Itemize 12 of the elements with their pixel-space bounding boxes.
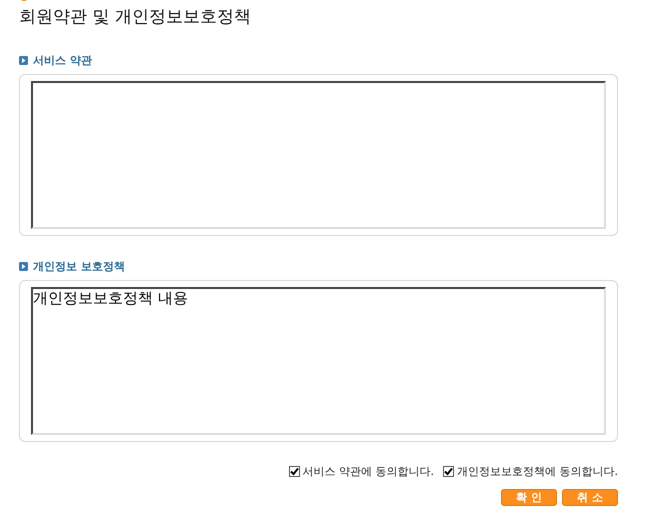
agreement-label: 서비스 약관에 동의합니다. <box>302 464 434 479</box>
bullet-icon <box>19 56 28 64</box>
page-title: 회원약관 및 개인정보보호정책 <box>19 6 251 29</box>
action-button[interactable]: 취 소 <box>562 489 618 506</box>
section-label: 개인정보 보호정책 <box>33 258 125 274</box>
action-button[interactable]: 확 인 <box>501 489 557 506</box>
bullet-icon <box>19 262 28 270</box>
checkbox[interactable] <box>288 466 300 477</box>
section-label: 서비스 약관 <box>33 52 92 68</box>
checkbox[interactable] <box>443 466 454 477</box>
text-area[interactable]: 개인정보보호정책 내용 <box>31 287 606 435</box>
agreement-label: 개인정보보호정책에 동의합니다. <box>457 464 618 479</box>
